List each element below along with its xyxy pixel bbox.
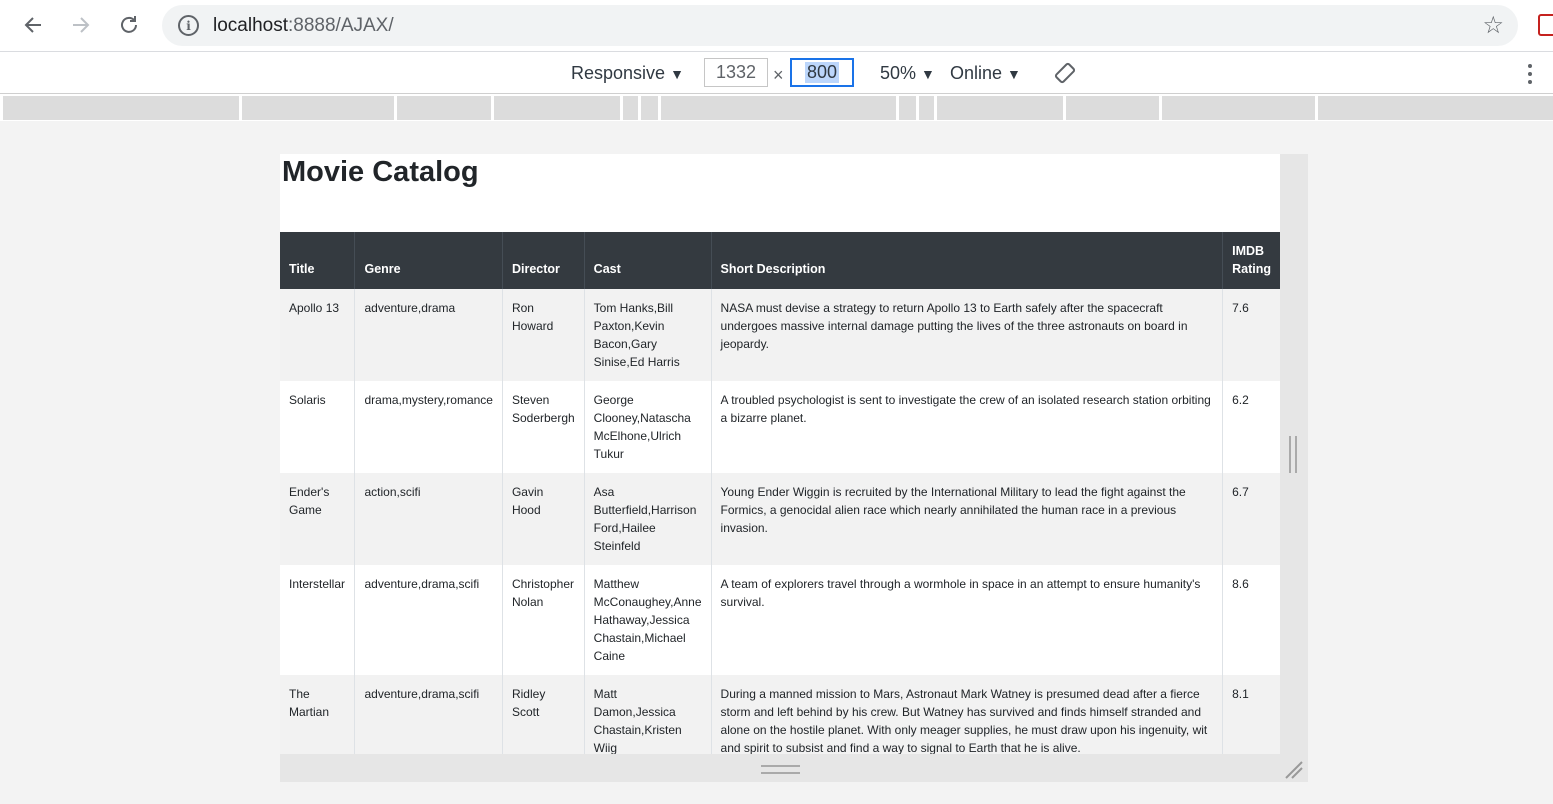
column-header: Short Description: [710, 232, 1223, 289]
table-row: Apollo 13 adventure,drama Ron Howard Tom…: [280, 289, 1280, 381]
movie-title: Apollo 13: [280, 289, 355, 381]
column-header: IMDB Rating: [1222, 232, 1280, 289]
movie-cast: Tom Hanks,Bill Paxton,Kevin Bacon,Gary S…: [583, 289, 712, 381]
column-header: Director: [501, 232, 585, 289]
movie-director: Steven Soderbergh: [501, 381, 585, 473]
more-options-icon[interactable]: [1522, 62, 1538, 86]
dropdown-arrow-icon: ▼: [921, 66, 935, 82]
media-query-bar[interactable]: [3, 96, 1553, 120]
movie-genre: adventure,drama: [354, 289, 503, 381]
movie-description: NASA must devise a strategy to return Ap…: [710, 289, 1223, 381]
dropdown-arrow-icon: ▼: [670, 66, 684, 82]
movie-director: Ron Howard: [501, 289, 585, 381]
movie-rating: 7.6: [1222, 289, 1280, 381]
column-header: Title: [280, 232, 355, 289]
dropdown-arrow-icon: ▼: [1007, 66, 1021, 82]
width-input[interactable]: 1332: [704, 58, 768, 87]
zoom-select[interactable]: 50% ▼: [880, 63, 935, 84]
back-icon[interactable]: [16, 8, 50, 42]
movie-title: Interstellar: [280, 565, 355, 675]
device-toolbar: Responsive ▼ 1332 × 800 50% ▼ Online ▼: [0, 53, 1553, 94]
height-input[interactable]: 800: [790, 58, 854, 87]
movie-description: Young Ender Wiggin is recruited by the I…: [710, 473, 1223, 565]
info-icon[interactable]: i: [178, 15, 199, 36]
movie-director: Gavin Hood: [501, 473, 585, 565]
movie-description: A team of explorers travel through a wor…: [710, 565, 1223, 675]
throttling-select[interactable]: Online ▼: [950, 63, 1021, 84]
column-header: Genre: [354, 232, 503, 289]
movie-genre: adventure,drama,scifi: [354, 675, 503, 754]
page-title: Movie Catalog: [282, 156, 479, 188]
movie-rating: 8.6: [1222, 565, 1280, 675]
browser-toolbar: i localhost:8888/AJAX/ ☆: [0, 0, 1553, 52]
movie-rating: 8.1: [1222, 675, 1280, 754]
movie-genre: adventure,drama,scifi: [354, 565, 503, 675]
column-header: Cast: [583, 232, 712, 289]
movie-genre: drama,mystery,romance: [354, 381, 503, 473]
corner-resize-handle[interactable]: [1284, 760, 1304, 780]
movie-cast: George Clooney,Natascha McElhone,Ulrich …: [583, 381, 712, 473]
device-mode-select[interactable]: Responsive ▼: [571, 63, 684, 84]
movie-cast: Matt Damon,Jessica Chastain,Kristen Wiig: [583, 675, 712, 754]
movie-title: Ender's Game: [280, 473, 355, 565]
page-viewport: Movie Catalog Title Genre Director Cast …: [280, 154, 1280, 754]
rotate-icon[interactable]: [1054, 62, 1076, 84]
bookmark-star-icon[interactable]: ☆: [1482, 11, 1504, 39]
table-row: The Martian adventure,drama,scifi Ridley…: [280, 675, 1280, 754]
table-row: Ender's Game action,scifi Gavin Hood Asa…: [280, 473, 1280, 565]
url-text[interactable]: localhost:8888/AJAX/: [213, 15, 394, 37]
movie-director: Ridley Scott: [501, 675, 585, 754]
movie-rating: 6.7: [1222, 473, 1280, 565]
movie-description: During a manned mission to Mars, Astrona…: [710, 675, 1223, 754]
extension-icon[interactable]: [1538, 14, 1553, 36]
address-bar[interactable]: i localhost:8888/AJAX/ ☆: [162, 5, 1518, 46]
movie-rating: 6.2: [1222, 381, 1280, 473]
dimension-times: ×: [773, 65, 784, 85]
bottom-resize-handle[interactable]: [761, 765, 800, 774]
movie-description: A troubled psychologist is sent to inves…: [710, 381, 1223, 473]
right-resize-handle[interactable]: [1289, 436, 1297, 473]
movie-title: Solaris: [280, 381, 355, 473]
movie-title: The Martian: [280, 675, 355, 754]
table-row: Solaris drama,mystery,romance Steven Sod…: [280, 381, 1280, 473]
movie-cast: Asa Butterfield,Harrison Ford,Hailee Ste…: [583, 473, 712, 565]
table-row: Interstellar adventure,drama,scifi Chris…: [280, 565, 1280, 675]
reload-icon[interactable]: [112, 8, 146, 42]
movie-director: Christopher Nolan: [501, 565, 585, 675]
table-header-row: Title Genre Director Cast Short Descript…: [280, 232, 1280, 289]
forward-icon[interactable]: [64, 8, 98, 42]
movie-table: Title Genre Director Cast Short Descript…: [280, 232, 1280, 754]
movie-cast: Matthew McConaughey,Anne Hathaway,Jessic…: [583, 565, 712, 675]
movie-genre: action,scifi: [354, 473, 503, 565]
